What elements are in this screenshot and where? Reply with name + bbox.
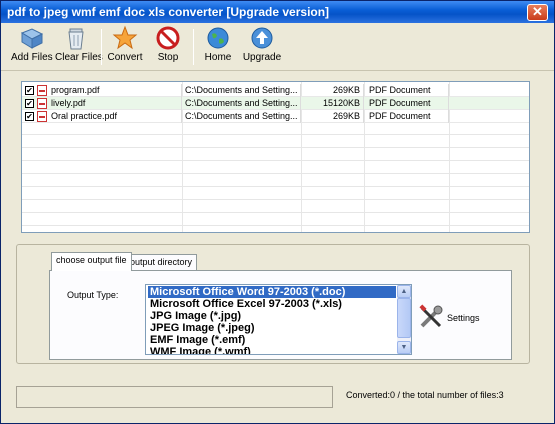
home-label: Home [204, 52, 232, 63]
file-name: Oral practice.pdf [51, 110, 182, 123]
file-checkbox[interactable]: ✔ [25, 99, 34, 108]
file-path: C:\Documents and Setting... [185, 110, 301, 123]
globe-icon [207, 27, 229, 49]
add-files-button[interactable]: Add Files [11, 25, 53, 69]
list-item[interactable]: Microsoft Office Word 97-2003 (*.doc) [148, 286, 396, 298]
star-icon [112, 25, 138, 50]
file-checkbox[interactable]: ✔ [25, 86, 34, 95]
file-path: C:\Documents and Setting... [185, 84, 301, 97]
list-item[interactable]: WMF Image (*.wmf) [148, 346, 396, 354]
window-title: pdf to jpeg wmf emf doc xls converter [U… [7, 5, 330, 19]
wrench-screwdriver-icon [419, 304, 443, 328]
stop-label: Stop [157, 52, 179, 63]
add-files-label: Add Files [11, 52, 53, 63]
file-type: PDF Document [369, 110, 449, 123]
convert-button[interactable]: Convert [107, 25, 143, 69]
stop-icon [156, 26, 180, 50]
settings-button[interactable]: Settings [418, 304, 493, 330]
progress-bar [16, 386, 333, 408]
file-name: lively.pdf [51, 97, 182, 110]
file-size: 15120KB [302, 97, 364, 110]
grid-line [22, 212, 529, 213]
file-size: 269KB [302, 84, 364, 97]
tab-choose-output-file[interactable]: choose output file [51, 252, 132, 271]
file-path: C:\Documents and Setting... [185, 97, 301, 110]
grid-line [22, 186, 529, 187]
upgrade-icon [251, 27, 273, 49]
scroll-down-button[interactable]: ▼ [397, 341, 411, 354]
list-item[interactable]: EMF Image (*.emf) [148, 334, 396, 346]
status-text: Converted:0 / the total number of files:… [346, 390, 504, 400]
file-list[interactable]: ✔ program.pdf C:\Documents and Setting..… [21, 81, 530, 233]
add-files-icon [20, 28, 44, 49]
list-item[interactable]: Microsoft Office Excel 97-2003 (*.xls) [148, 298, 396, 310]
list-scrollbar[interactable]: ▲ ▼ [397, 285, 411, 354]
file-name: program.pdf [51, 84, 182, 97]
pdf-file-icon [37, 85, 47, 96]
grid-line [22, 147, 529, 148]
grid-line [22, 173, 529, 174]
home-button[interactable]: Home [201, 25, 235, 69]
stop-button[interactable]: Stop [151, 25, 185, 69]
trash-icon [68, 28, 84, 50]
grid-line [22, 134, 529, 135]
toolbar-separator [193, 29, 194, 65]
pdf-file-icon [37, 98, 47, 109]
pdf-file-icon [37, 111, 47, 122]
list-item[interactable]: JPG Image (*.jpg) [148, 310, 396, 322]
file-size: 269KB [302, 110, 364, 123]
file-type: PDF Document [369, 84, 449, 97]
scroll-up-button[interactable]: ▲ [397, 285, 411, 298]
toolbar: Add Files Clear Files Convert Stop Home … [1, 23, 554, 71]
grid-line [22, 199, 529, 200]
settings-label: Settings [447, 313, 480, 323]
title-bar: pdf to jpeg wmf emf doc xls converter [U… [1, 1, 554, 23]
file-checkbox[interactable]: ✔ [25, 112, 34, 121]
clear-files-label: Clear Files [55, 52, 103, 63]
list-item[interactable]: JPEG Image (*.jpeg) [148, 322, 396, 334]
upgrade-button[interactable]: Upgrade [241, 25, 283, 69]
convert-label: Convert [107, 52, 143, 63]
toolbar-separator [101, 29, 102, 65]
close-button[interactable]: ✕ [527, 4, 548, 21]
upgrade-label: Upgrade [242, 52, 282, 63]
clear-files-button[interactable]: Clear Files [55, 25, 103, 69]
output-type-list[interactable]: Microsoft Office Word 97-2003 (*.doc) Mi… [145, 284, 412, 355]
scroll-thumb[interactable] [397, 298, 411, 338]
grid-line [22, 160, 529, 161]
table-row[interactable]: ✔ Oral practice.pdf C:\Documents and Set… [22, 110, 529, 123]
output-type-label: Output Type: [67, 290, 119, 300]
grid-line [22, 225, 529, 226]
table-row[interactable]: ✔ lively.pdf C:\Documents and Setting...… [22, 97, 529, 110]
table-row[interactable]: ✔ program.pdf C:\Documents and Setting..… [22, 84, 529, 97]
app-window: pdf to jpeg wmf emf doc xls converter [U… [0, 0, 555, 424]
file-type: PDF Document [369, 97, 449, 110]
tab-output-directory[interactable]: output directory [125, 254, 198, 270]
